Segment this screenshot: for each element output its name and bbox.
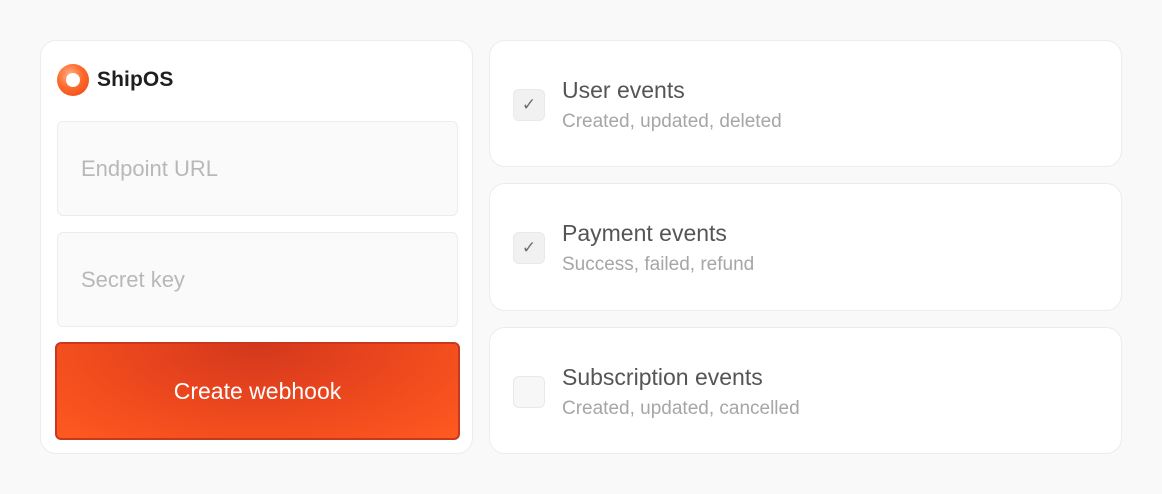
create-webhook-button[interactable]: Create webhook: [55, 342, 460, 440]
checkbox-subscription-events[interactable]: [513, 376, 545, 408]
event-description: Success, failed, refund: [562, 254, 755, 275]
check-icon: ✓: [521, 238, 537, 257]
event-option-payment[interactable]: ✓ Payment events Success, failed, refund: [489, 183, 1122, 311]
event-description: Created, updated, deleted: [562, 111, 782, 132]
checkbox-payment-events[interactable]: ✓: [513, 232, 545, 264]
event-option-user[interactable]: ✓ User events Created, updated, deleted: [489, 40, 1122, 167]
brand: ShipOS: [57, 64, 174, 96]
secret-key-field[interactable]: [57, 232, 458, 327]
brand-name: ShipOS: [97, 68, 174, 91]
event-option-subscription[interactable]: Subscription events Created, updated, ca…: [489, 327, 1122, 454]
secret-key-input[interactable]: [81, 266, 434, 293]
endpoint-url-field[interactable]: [57, 121, 458, 216]
event-description: Created, updated, cancelled: [562, 398, 800, 419]
logo-ring-icon: [57, 64, 89, 96]
event-title: User events: [562, 77, 685, 103]
event-title: Subscription events: [562, 364, 763, 390]
webhook-form-card: ShipOS Create webhook: [40, 40, 473, 454]
event-title: Payment events: [562, 220, 727, 246]
endpoint-url-input[interactable]: [81, 155, 434, 182]
check-icon: ✓: [521, 95, 537, 114]
checkbox-user-events[interactable]: ✓: [513, 89, 545, 121]
